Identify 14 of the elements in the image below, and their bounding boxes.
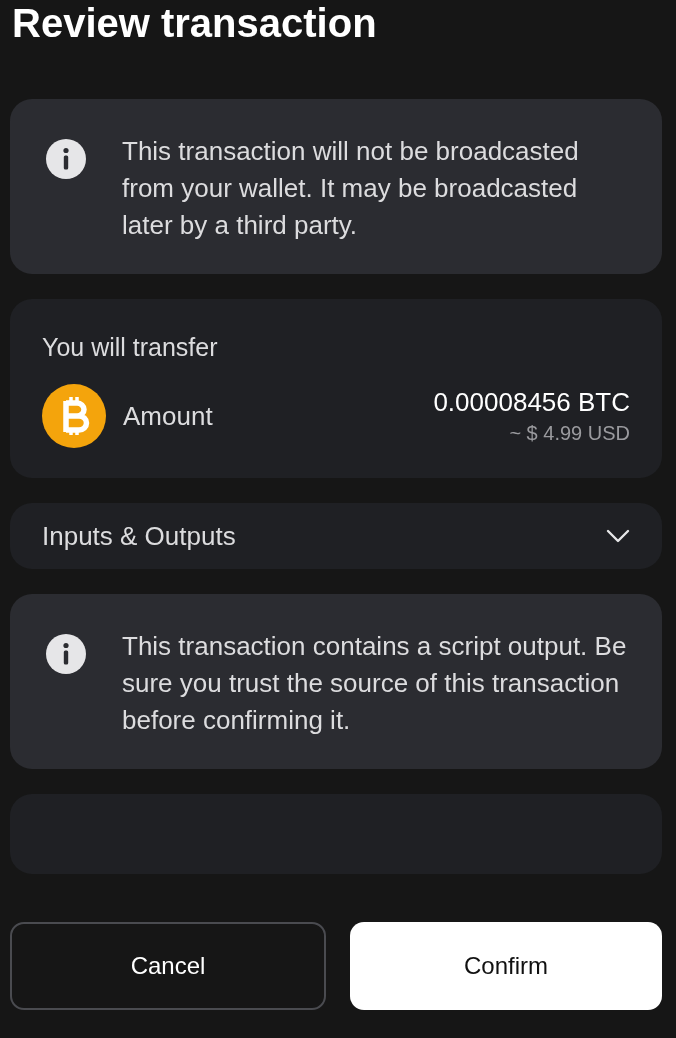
page-title: Review transaction	[11, 0, 377, 46]
cancel-button[interactable]: Cancel	[10, 922, 326, 1010]
amount-label: Amount	[123, 400, 214, 432]
info-icon	[46, 139, 86, 179]
confirm-button[interactable]: Confirm	[350, 922, 662, 1010]
inputs-outputs-expander[interactable]: Inputs & Outputs	[10, 503, 662, 569]
chevron-down-icon	[606, 529, 630, 543]
bitcoin-icon	[42, 384, 106, 448]
notice-text: This transaction will not be broadcasted from your wallet. It may be broadcasted later by a third party.	[122, 135, 580, 242]
notice-text: This transaction contains a script output. Be sure you trust the source of this transaction before confirming it.	[122, 630, 628, 737]
crypto-amount: 0.00008456 BTC	[433, 386, 630, 419]
section-heading: You will transfer	[42, 333, 218, 362]
fiat-amount: ~ $ 4.99 USD	[509, 421, 630, 446]
info-icon	[46, 634, 86, 674]
